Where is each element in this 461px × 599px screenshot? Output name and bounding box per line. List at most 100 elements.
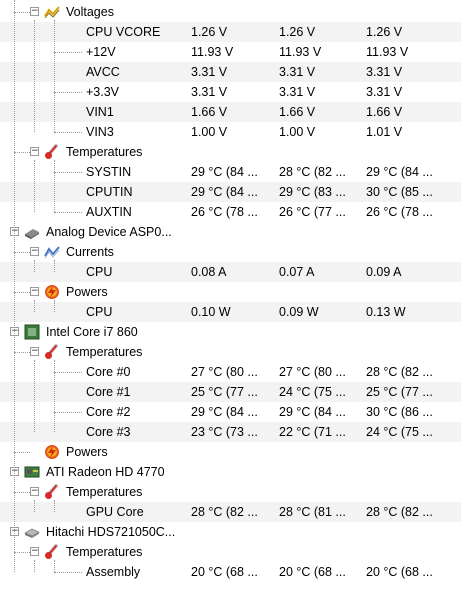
sensor-group-label: Temperatures [66, 145, 143, 159]
sensor-min: 3.31 V [279, 65, 316, 79]
sensor-value: 1.66 V [191, 105, 228, 119]
tree-connector-line [54, 360, 55, 432]
sensor-row[interactable]: Core #1 25 °C (77 ... 24 °C (75 ... 25 °C (… [0, 382, 461, 402]
sensor-max: 11.93 V [366, 45, 409, 59]
sensor-value: 3.31 V [191, 85, 228, 99]
sensor-row[interactable]: +3.3V 3.31 V 3.31 V 3.31 V [0, 82, 461, 102]
sensor-row[interactable]: +12V 11.93 V 11.93 V 11.93 V [0, 42, 461, 62]
thermometer-icon [44, 484, 60, 500]
sensor-min: 1.26 V [279, 25, 316, 39]
sensor-min: 27 °C (80 ... [279, 365, 346, 379]
sensor-name: Core #1 [86, 385, 131, 399]
sensor-group-row[interactable]: − Temperatures [0, 342, 461, 362]
device-name: Hitachi HDS721050C... [46, 525, 176, 539]
sensor-row[interactable]: CPUTIN 29 °C (84 ... 29 °C (83 ... 30 °C (8… [0, 182, 461, 202]
sensor-name: +3.3V [86, 85, 120, 99]
device-row[interactable]: − Intel Core i7 860 [0, 322, 461, 342]
tree-connector-line [34, 360, 35, 432]
cpu-icon [24, 324, 40, 340]
sensor-row[interactable]: AVCC 3.31 V 3.31 V 3.31 V [0, 62, 461, 82]
sensor-max: 26 °C (78 ... [366, 205, 433, 219]
sensor-name: +12V [86, 45, 116, 59]
sensor-min: 28 °C (81 ... [279, 505, 346, 519]
sensor-group-row[interactable]: − Temperatures [0, 482, 461, 502]
chip-icon [24, 224, 40, 240]
collapse-toggle[interactable]: − [30, 287, 39, 296]
collapse-toggle[interactable]: − [30, 7, 39, 16]
sensor-value: 0.08 A [191, 265, 227, 279]
device-row[interactable]: − ATI Radeon HD 4770 [0, 462, 461, 482]
collapse-toggle[interactable]: − [30, 347, 39, 356]
sensor-min: 20 °C (68 ... [279, 565, 346, 579]
sensor-row[interactable]: GPU Core 28 °C (82 ... 28 °C (81 ... 28 °C … [0, 502, 461, 522]
tree-connector-line [54, 260, 55, 272]
tree-connector-line [54, 560, 55, 572]
sensor-row[interactable]: SYSTIN 29 °C (84 ... 28 °C (82 ... 29 °C (8… [0, 162, 461, 182]
sensor-row[interactable]: VIN1 1.66 V 1.66 V 1.66 V [0, 102, 461, 122]
sensor-row[interactable]: CPU 0.08 A 0.07 A 0.09 A [0, 262, 461, 282]
device-row[interactable]: − Analog Device ASP0... [0, 222, 461, 242]
collapse-toggle[interactable]: − [30, 247, 39, 256]
sensor-row[interactable]: AUXTIN 26 °C (78 ... 26 °C (77 ... 26 °C (7… [0, 202, 461, 222]
sensor-max: 25 °C (77 ... [366, 385, 433, 399]
current-icon [44, 244, 60, 260]
sensor-group-label: Temperatures [66, 545, 143, 559]
sensor-row[interactable]: CPU 0.10 W 0.09 W 0.13 W [0, 302, 461, 322]
sensor-value: 26 °C (78 ... [191, 205, 258, 219]
sensor-min: 29 °C (84 ... [279, 405, 346, 419]
sensor-group-row[interactable]: − Temperatures [0, 142, 461, 162]
sensor-max: 0.09 A [366, 265, 402, 279]
sensor-value: 29 °C (84 ... [191, 405, 258, 419]
tree-connector-line [54, 160, 55, 212]
sensor-value: 28 °C (82 ... [191, 505, 258, 519]
sensor-max: 28 °C (82 ... [366, 365, 433, 379]
sensor-group-label: Temperatures [66, 485, 143, 499]
sensor-max: 30 °C (86 ... [366, 405, 433, 419]
sensor-group-label: Temperatures [66, 345, 143, 359]
tree-connector-line [34, 20, 35, 132]
sensor-min: 0.09 W [279, 305, 319, 319]
sensor-group-row[interactable]: Powers [0, 442, 461, 462]
sensor-row[interactable]: Core #0 27 °C (80 ... 27 °C (80 ... 28 °C (… [0, 362, 461, 382]
gpu-icon [24, 464, 40, 480]
sensor-name: AVCC [86, 65, 120, 79]
tree-connector-line [34, 500, 35, 512]
sensor-group-label: Powers [66, 445, 108, 459]
sensor-max: 3.31 V [366, 85, 403, 99]
tree-connector-line [34, 260, 35, 272]
sensor-min: 28 °C (82 ... [279, 165, 346, 179]
tree-connector-line [34, 160, 35, 212]
tree-connector-line [54, 300, 55, 312]
sensor-row[interactable]: VIN3 1.00 V 1.00 V 1.01 V [0, 122, 461, 142]
sensor-group-row[interactable]: − Voltages [0, 2, 461, 22]
sensor-min: 24 °C (75 ... [279, 385, 346, 399]
sensor-name: VIN1 [86, 105, 114, 119]
sensor-max: 3.31 V [366, 65, 403, 79]
sensor-min: 1.00 V [279, 125, 316, 139]
sensor-value: 1.00 V [191, 125, 228, 139]
sensor-row[interactable]: Core #2 29 °C (84 ... 29 °C (84 ... 30 °C (… [0, 402, 461, 422]
device-row[interactable]: − Hitachi HDS721050C... [0, 522, 461, 542]
hdd-icon [24, 524, 40, 540]
sensor-row[interactable]: Core #3 23 °C (73 ... 22 °C (71 ... 24 °C (… [0, 422, 461, 442]
tree-connector-line [34, 300, 35, 312]
sensor-value: 23 °C (73 ... [191, 425, 258, 439]
voltage-icon [44, 4, 60, 20]
sensor-group-row[interactable]: − Powers [0, 282, 461, 302]
sensor-value: 29 °C (84 ... [191, 185, 258, 199]
sensor-min: 22 °C (71 ... [279, 425, 346, 439]
sensor-row[interactable]: Assembly 20 °C (68 ... 20 °C (68 ... 20 °C … [0, 562, 461, 582]
sensor-min: 1.66 V [279, 105, 316, 119]
sensor-group-row[interactable]: − Currents [0, 242, 461, 262]
collapse-toggle[interactable]: − [30, 547, 39, 556]
sensor-row[interactable]: CPU VCORE 1.26 V 1.26 V 1.26 V [0, 22, 461, 42]
sensor-min: 11.93 V [279, 45, 322, 59]
collapse-toggle[interactable]: − [30, 147, 39, 156]
sensor-name: CPU [86, 265, 113, 279]
sensor-name: Core #0 [86, 365, 131, 379]
collapse-toggle[interactable]: − [30, 487, 39, 496]
sensor-group-row[interactable]: − Temperatures [0, 542, 461, 562]
sensor-name: VIN3 [86, 125, 114, 139]
sensor-max: 0.13 W [366, 305, 406, 319]
sensor-name: SYSTIN [86, 165, 132, 179]
